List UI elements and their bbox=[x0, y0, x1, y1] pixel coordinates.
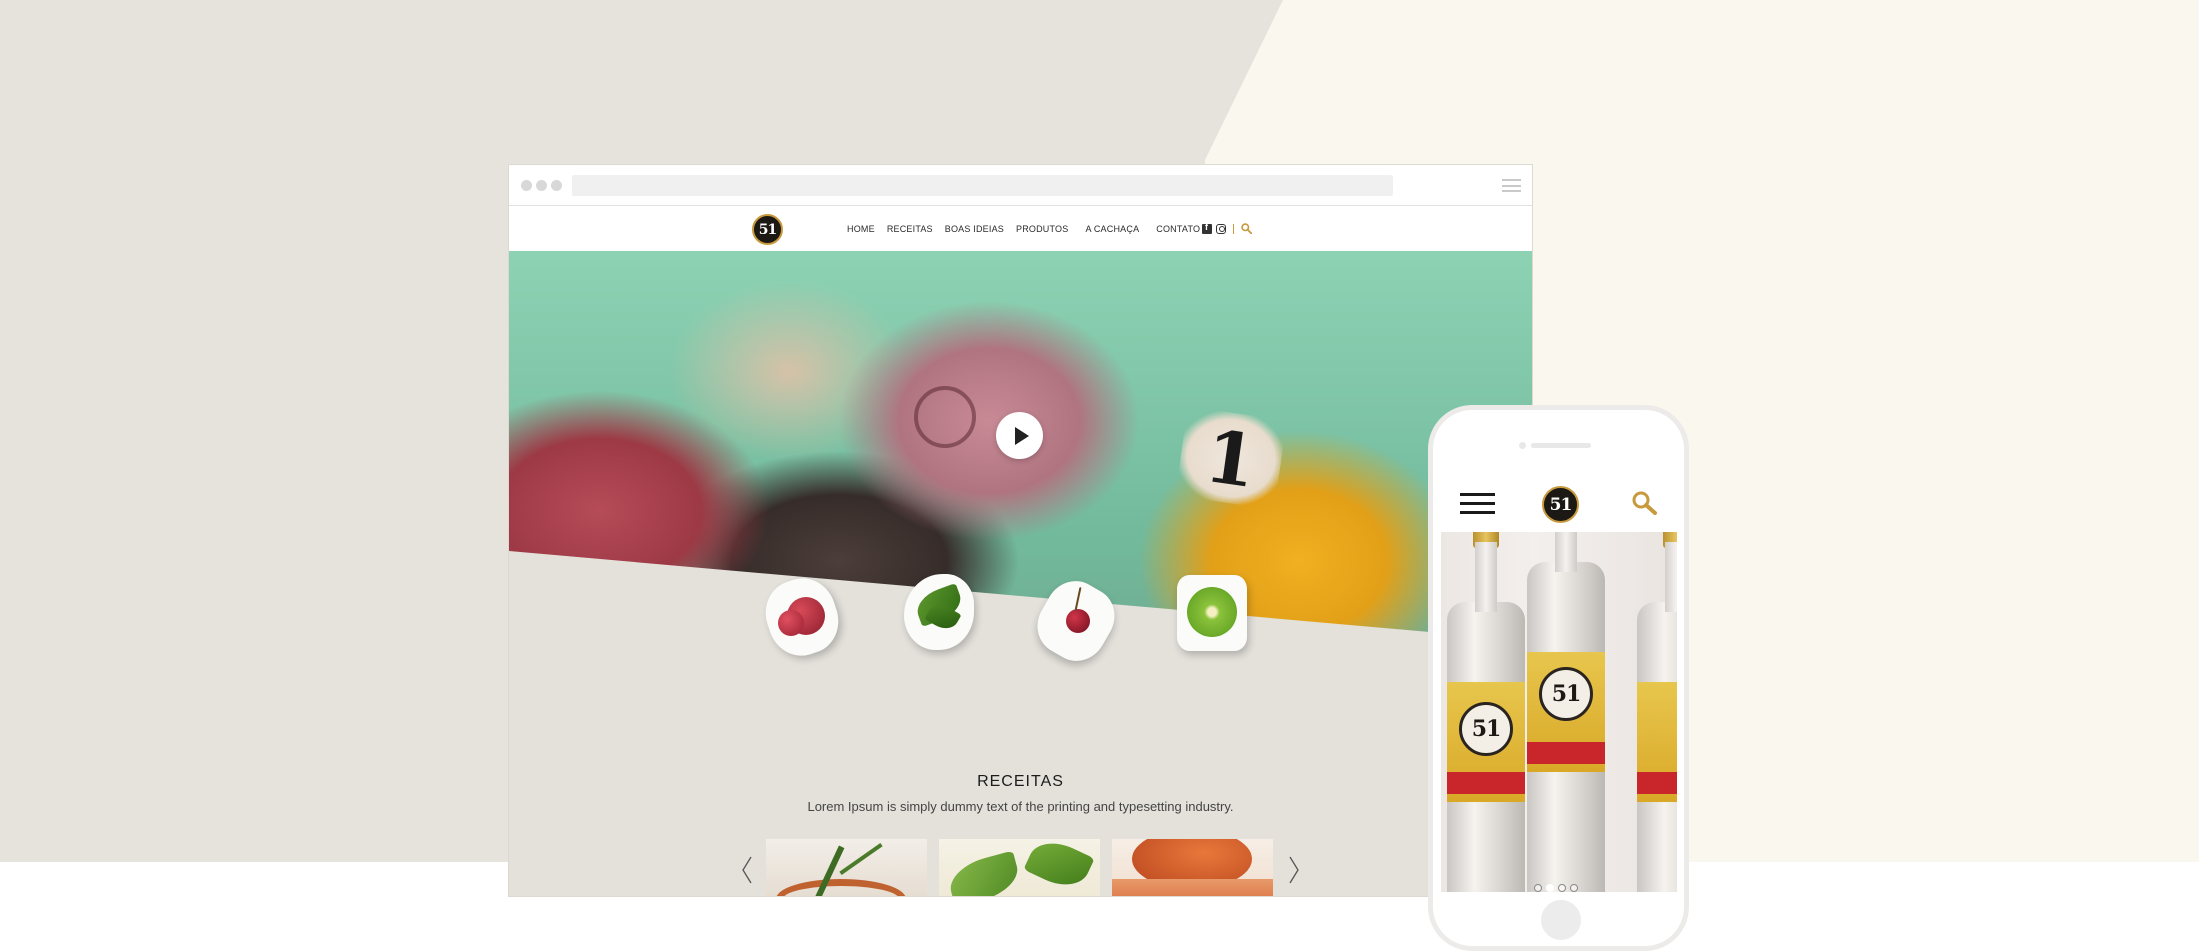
address-bar[interactable] bbox=[572, 175, 1393, 196]
phone-speaker bbox=[1531, 443, 1591, 448]
instagram-icon[interactable] bbox=[1216, 223, 1226, 234]
nav-produtos[interactable]: PRODUTOS bbox=[1016, 224, 1068, 234]
window-dot-icon[interactable] bbox=[521, 180, 532, 191]
pager-dot-active[interactable] bbox=[1546, 884, 1554, 892]
phone-home-button[interactable] bbox=[1541, 900, 1581, 940]
bottle-image bbox=[1637, 532, 1677, 892]
basil-icon[interactable] bbox=[898, 568, 980, 656]
nav-a-cachaca[interactable]: A CACHAÇA bbox=[1085, 224, 1139, 234]
pager-dot[interactable] bbox=[1558, 884, 1566, 892]
bottle-badge: 51 bbox=[1539, 667, 1593, 721]
brand-logo[interactable]: 51 bbox=[752, 214, 783, 245]
main-nav: HOME RECEITAS BOAS IDEIAS PRODUTOS A CAC… bbox=[847, 207, 1212, 251]
carousel-pager bbox=[1534, 884, 1578, 892]
billiard-ball-number: 1 bbox=[1175, 406, 1287, 510]
hero-video: 1 RECEITAS Lorem Ipsum is simply dummy t… bbox=[509, 251, 1532, 896]
site-header: 51 HOME RECEITAS BOAS IDEIAS PRODUTOS A … bbox=[509, 207, 1532, 251]
social-links bbox=[1202, 222, 1252, 234]
camera-dot bbox=[1519, 442, 1526, 449]
pager-dot[interactable] bbox=[1534, 884, 1542, 892]
bottle-image: 51 bbox=[1527, 532, 1605, 892]
browser-menu-icon[interactable] bbox=[1502, 179, 1521, 192]
nav-receitas[interactable]: RECEITAS bbox=[887, 224, 933, 234]
browser-chrome bbox=[509, 165, 1532, 206]
nav-contato[interactable]: CONTATO bbox=[1156, 224, 1200, 234]
window-dot-icon[interactable] bbox=[551, 180, 562, 191]
desktop-browser-mockup: 51 HOME RECEITAS BOAS IDEIAS PRODUTOS A … bbox=[509, 165, 1532, 896]
phone-header: 51 bbox=[1441, 474, 1677, 532]
recipe-thumbnail[interactable] bbox=[1112, 839, 1273, 896]
pager-dot[interactable] bbox=[1570, 884, 1578, 892]
window-controls[interactable] bbox=[521, 180, 562, 191]
search-icon[interactable] bbox=[1241, 223, 1252, 234]
brand-logo[interactable]: 51 bbox=[1542, 486, 1579, 523]
nav-boas-ideias[interactable]: BOAS IDEIAS bbox=[945, 224, 1004, 234]
window-dot-icon[interactable] bbox=[536, 180, 547, 191]
phone-screen: 51 51 51 bbox=[1441, 474, 1677, 892]
divider bbox=[1233, 223, 1234, 234]
section-title: RECEITAS bbox=[977, 773, 1064, 790]
section-description: Lorem Ipsum is simply dummy text of the … bbox=[807, 799, 1234, 814]
recipe-thumbnail[interactable] bbox=[766, 839, 927, 896]
carousel-prev-arrow-icon[interactable] bbox=[740, 855, 754, 885]
ball-stripe bbox=[914, 386, 976, 448]
recipe-thumbnail[interactable] bbox=[939, 839, 1100, 896]
facebook-icon[interactable] bbox=[1202, 222, 1212, 234]
grapes-icon[interactable] bbox=[756, 570, 848, 664]
cherry-icon[interactable] bbox=[1026, 570, 1126, 672]
bottle-image: 51 bbox=[1447, 532, 1525, 892]
phone-hero-carousel[interactable]: 51 51 bbox=[1441, 532, 1677, 892]
menu-icon[interactable] bbox=[1460, 493, 1495, 514]
kiwi-icon[interactable] bbox=[1171, 569, 1253, 657]
phone-mockup: 51 51 51 bbox=[1428, 405, 1689, 951]
nav-home[interactable]: HOME bbox=[847, 224, 875, 234]
play-button[interactable] bbox=[996, 412, 1043, 459]
search-icon[interactable] bbox=[1631, 491, 1659, 515]
carousel-next-arrow-icon[interactable] bbox=[1287, 855, 1301, 885]
bottle-badge: 51 bbox=[1459, 702, 1513, 756]
